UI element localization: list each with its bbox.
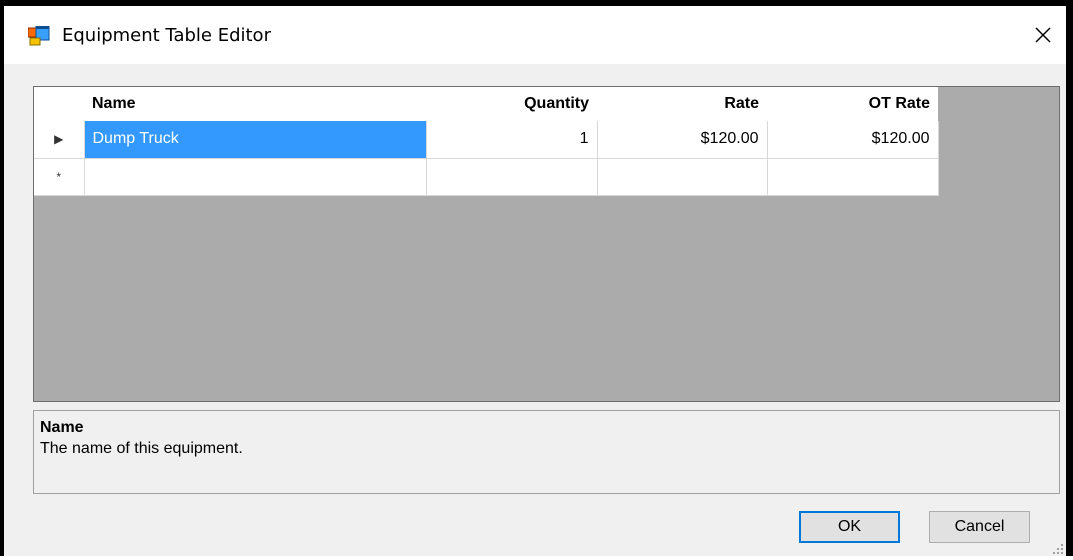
close-button[interactable] [1026,18,1060,52]
property-description-panel: Name The name of this equipment. [33,410,1060,494]
grid-header-row: Name Quantity Rate OT Rate [34,87,938,121]
title-bar[interactable]: Equipment Table Editor [4,6,1066,64]
new-row[interactable]: * [34,158,939,196]
new-cell-ot-rate[interactable] [767,158,939,196]
grid-table: Name Quantity Rate OT Rate ▶ Dump Truck … [34,87,939,196]
window-title: Equipment Table Editor [62,25,271,46]
ok-button[interactable]: OK [799,511,900,543]
column-header-ot-rate[interactable]: OT Rate [767,87,938,121]
row-header-corner[interactable] [34,87,84,121]
equipment-table-editor-window: Equipment Table Editor Name Quantity Rat… [0,0,1073,556]
table-row[interactable]: ▶ Dump Truck 1 $120.00 $120.00 [34,121,939,159]
column-header-rate[interactable]: Rate [597,87,767,121]
cell-name[interactable]: Dump Truck [84,121,427,159]
column-header-quantity[interactable]: Quantity [426,87,597,121]
description-text: The name of this equipment. [40,440,243,457]
cell-quantity[interactable]: 1 [426,121,598,159]
cell-ot-rate[interactable]: $120.00 [767,121,939,159]
column-header-name[interactable]: Name [84,87,426,121]
new-cell-quantity[interactable] [426,158,598,196]
new-cell-name[interactable] [84,158,427,196]
new-row-marker[interactable]: * [34,158,85,196]
current-row-marker[interactable]: ▶ [34,121,85,159]
close-icon [1035,27,1051,43]
resize-grip-icon[interactable] [1052,542,1064,554]
equipment-data-grid[interactable]: Name Quantity Rate OT Rate ▶ Dump Truck … [33,86,1060,402]
description-title: Name [40,419,84,436]
dialog-client-area: Name Quantity Rate OT Rate ▶ Dump Truck … [4,64,1066,556]
new-cell-rate[interactable] [597,158,768,196]
cancel-button[interactable]: Cancel [929,511,1030,543]
cell-rate[interactable]: $120.00 [597,121,768,159]
form-app-icon [27,25,50,46]
